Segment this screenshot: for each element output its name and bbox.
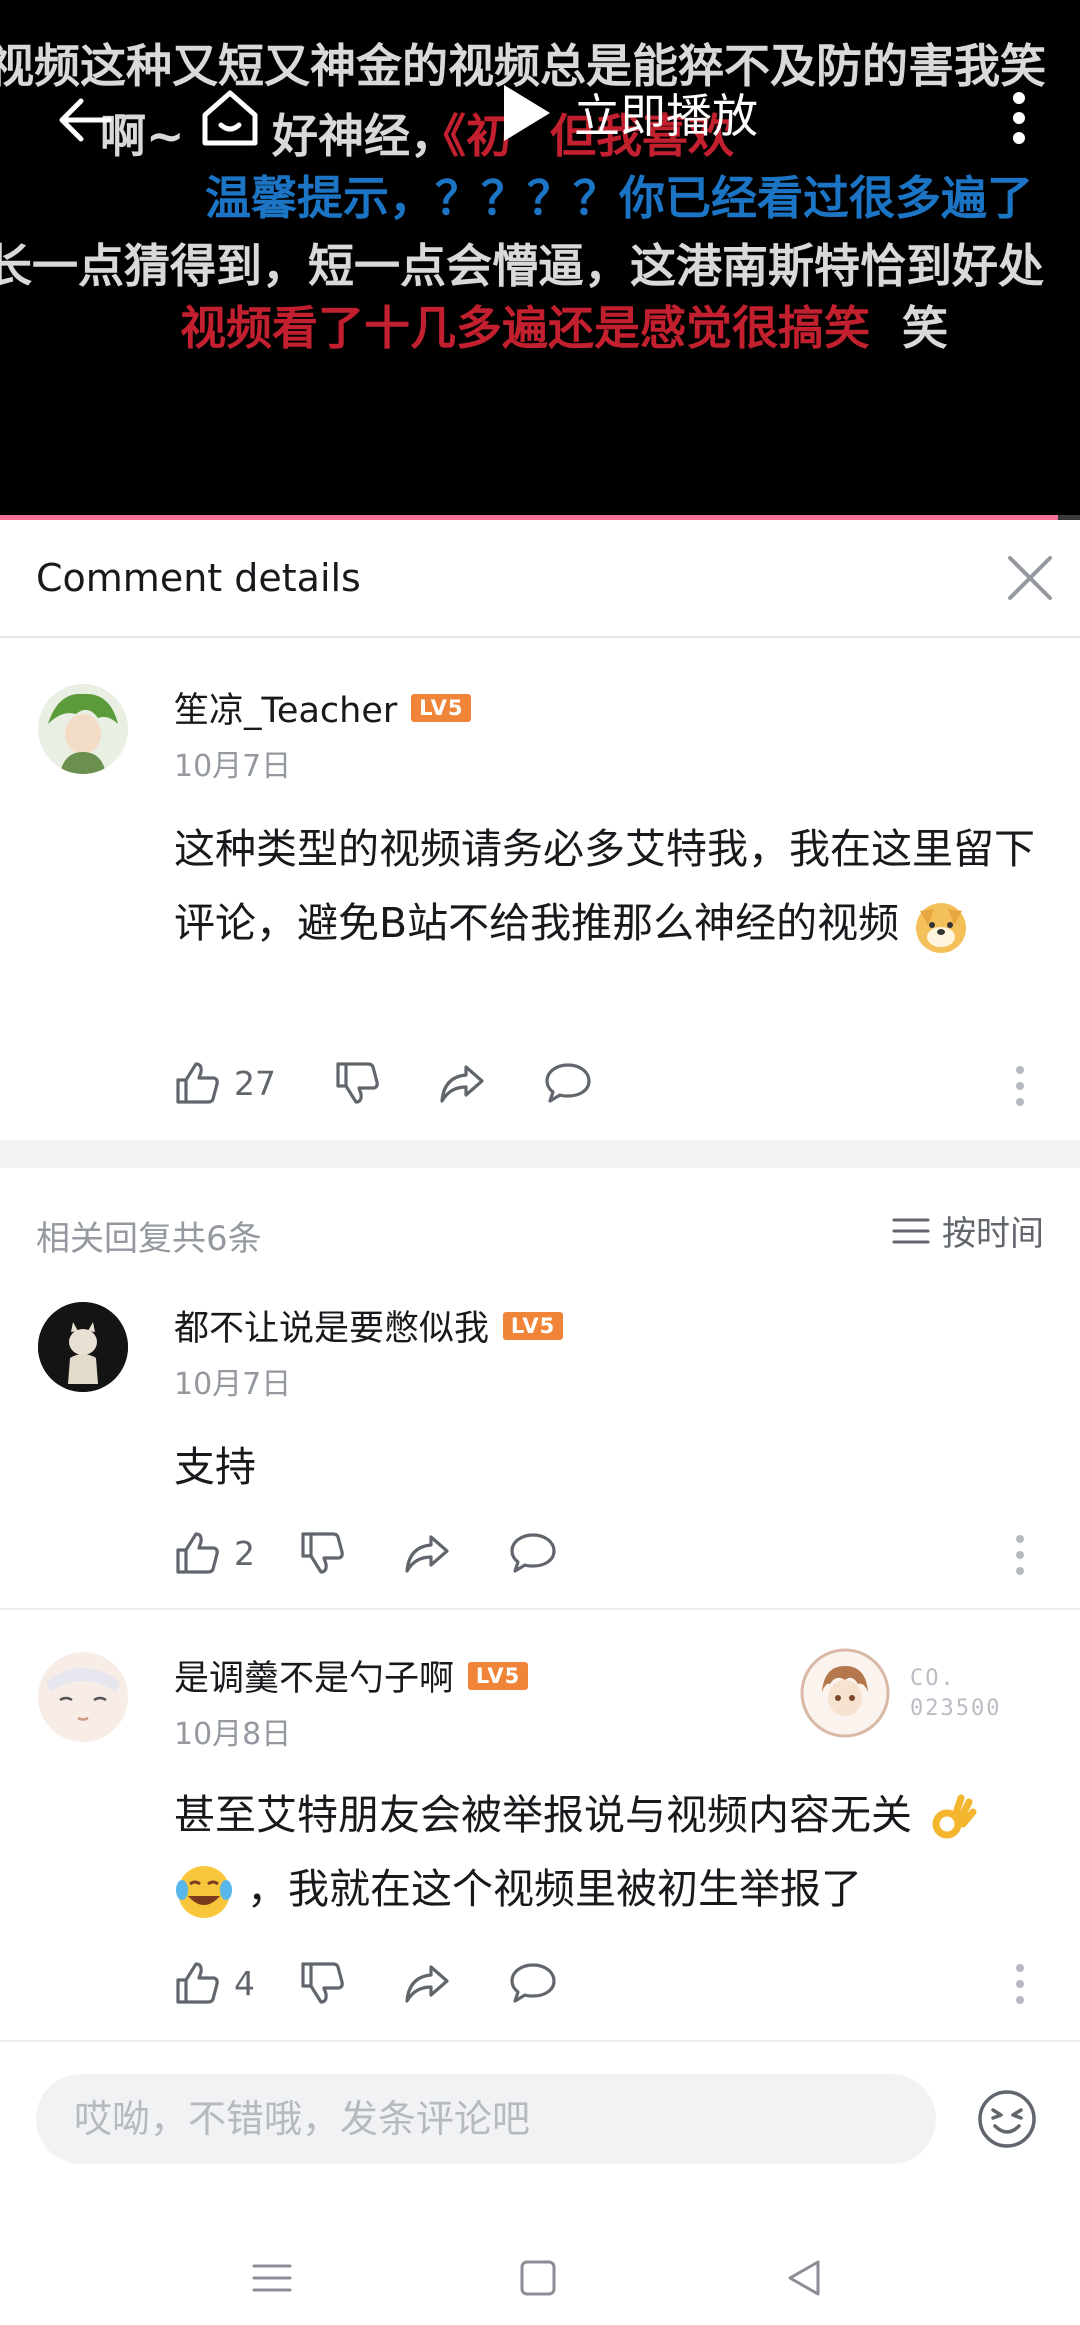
thumbs-up-icon xyxy=(176,1532,219,1574)
comment-actions: 27 xyxy=(174,1060,592,1106)
username-text: 笙凉_Teacher xyxy=(174,691,398,731)
like-button[interactable]: 2 xyxy=(174,1530,255,1576)
more-options-icon[interactable] xyxy=(1010,1960,1030,2008)
thumbs-up-icon xyxy=(176,1962,219,2004)
chat-bubble-icon xyxy=(510,1533,556,1573)
fan-badge-line-1: CO. xyxy=(910,1666,956,1691)
system-navigation-bar xyxy=(0,2214,1080,2325)
sort-label: 按时间 xyxy=(942,1214,1044,1254)
comment-date: 10月7日 xyxy=(174,749,292,784)
thumbs-up-icon xyxy=(176,1062,219,1104)
avatar[interactable] xyxy=(38,684,128,774)
more-vertical-icon[interactable] xyxy=(1004,88,1034,148)
username-text: 是调羹不是勺子啊 xyxy=(174,1659,455,1699)
level-badge: LV5 xyxy=(411,693,472,722)
level-badge: LV5 xyxy=(503,1311,564,1340)
chat-bubble-icon xyxy=(545,1063,591,1103)
danmaku-comment: 温馨提示，？？？？你已经看过很多遍了 xyxy=(205,171,1033,225)
like-count: 2 xyxy=(234,1533,255,1573)
list-sort-icon xyxy=(892,1218,930,1243)
comment-text: 这种类型的视频请务必多艾特我，我在这里留下评论，避免B站不给我推那么神经的视频 xyxy=(174,812,1044,960)
comment-username[interactable]: 笙凉_Teacher LV5 xyxy=(174,682,472,733)
share-icon xyxy=(405,1535,449,1573)
close-icon[interactable] xyxy=(1002,550,1058,606)
reply-button[interactable] xyxy=(509,1961,557,2005)
back-arrow-icon[interactable] xyxy=(52,88,116,152)
reply-text: 甚至艾特朋友会被举报说与视频内容无关 ，我就在这个视频里被初生举报了 xyxy=(174,1778,1044,1926)
avatar[interactable] xyxy=(38,1302,128,1392)
username-text: 都不让说是要憋似我 xyxy=(174,1309,490,1349)
like-count: 27 xyxy=(234,1063,276,1103)
comment-text-content: 这种类型的视频请务必多艾特我，我在这里留下评论，避免B站不给我推那么神经的视频 xyxy=(174,825,1035,947)
level-badge: LV5 xyxy=(468,1661,529,1690)
danmaku-comment: 视频看了十几多遍还是感觉很搞笑 xyxy=(180,301,870,355)
share-button[interactable] xyxy=(438,1061,486,1105)
thumbs-down-icon xyxy=(336,1062,379,1104)
reply-button[interactable] xyxy=(509,1531,557,1575)
thumbs-down-icon xyxy=(301,1532,344,1574)
share-icon xyxy=(440,1065,484,1103)
reply-text: 支持 xyxy=(174,1443,256,1491)
replies-count: 相关回复共6条 xyxy=(36,1219,262,1259)
reply-date: 10月7日 xyxy=(174,1367,292,1402)
reply-actions: 2 xyxy=(174,1530,557,1576)
fan-badge-line-2: 023500 xyxy=(910,1696,1002,1721)
dislike-button[interactable] xyxy=(299,1960,345,2006)
reply-username[interactable]: 都不让说是要憋似我 LV5 xyxy=(174,1300,564,1351)
play-now-button[interactable]: 立即播放 xyxy=(498,80,758,146)
danmaku-comment: 长一点猜得到，短一点会懵逼，这港南斯特恰到好处 xyxy=(0,239,1044,293)
chat-bubble-icon xyxy=(510,1963,556,2003)
ok-hand-emoji-icon xyxy=(925,1792,977,1844)
comment-input[interactable] xyxy=(36,2074,936,2164)
danmaku-comment: 笑 xyxy=(902,301,948,355)
menu-icon[interactable] xyxy=(250,2256,294,2300)
like-button[interactable]: 27 xyxy=(174,1060,276,1106)
play-now-label: 立即播放 xyxy=(574,89,758,143)
share-icon xyxy=(405,1965,449,2003)
reply-text-line1: 甚至艾特朋友会被举报说与视频内容无关 xyxy=(174,1791,912,1839)
share-button[interactable] xyxy=(403,1531,451,1575)
reply-button[interactable] xyxy=(544,1061,592,1105)
section-divider xyxy=(0,1140,1080,1168)
reply-username[interactable]: 是调羹不是勺子啊 LV5 xyxy=(174,1650,529,1701)
avatar[interactable] xyxy=(38,1652,128,1742)
share-button[interactable] xyxy=(403,1961,451,2005)
reply-text-line2: ，我就在这个视频里被初生举报了 xyxy=(247,1865,863,1913)
reply-date: 10月8日 xyxy=(174,1717,292,1752)
comment-input-bar[interactable] xyxy=(36,2074,936,2164)
reply-actions: 4 xyxy=(174,1960,557,2006)
back-triangle-icon[interactable] xyxy=(782,2256,826,2300)
doge-emoji-icon xyxy=(912,897,970,955)
laughing-tears-emoji-icon xyxy=(174,1862,234,1922)
comment-panel-header: Comment details xyxy=(0,520,1080,638)
reply-divider xyxy=(0,1608,1080,1610)
video-player[interactable]: 视频这种又短又神金的视频总是能猝不及防的害我笑 啊~ 好神经， 《初 但我喜欢 … xyxy=(0,0,1080,515)
home-square-icon[interactable] xyxy=(516,2256,560,2300)
more-options-icon[interactable] xyxy=(1010,1531,1030,1579)
emoji-face-icon[interactable] xyxy=(976,2088,1038,2150)
sort-by-time-button[interactable]: 按时间 xyxy=(892,1206,1044,1255)
reply-divider xyxy=(0,2040,1080,2042)
panel-title: Comment details xyxy=(36,556,361,600)
fan-badge-number: CO. 023500 xyxy=(910,1664,1001,1724)
thumbs-down-icon xyxy=(301,1962,344,2004)
fan-badge-avatar[interactable] xyxy=(800,1648,890,1738)
home-icon[interactable] xyxy=(196,84,264,152)
dislike-button[interactable] xyxy=(334,1060,380,1106)
dislike-button[interactable] xyxy=(299,1530,345,1576)
play-icon xyxy=(504,85,550,141)
like-button[interactable]: 4 xyxy=(174,1960,255,2006)
more-options-icon[interactable] xyxy=(1010,1062,1030,1110)
like-count: 4 xyxy=(234,1963,255,2003)
